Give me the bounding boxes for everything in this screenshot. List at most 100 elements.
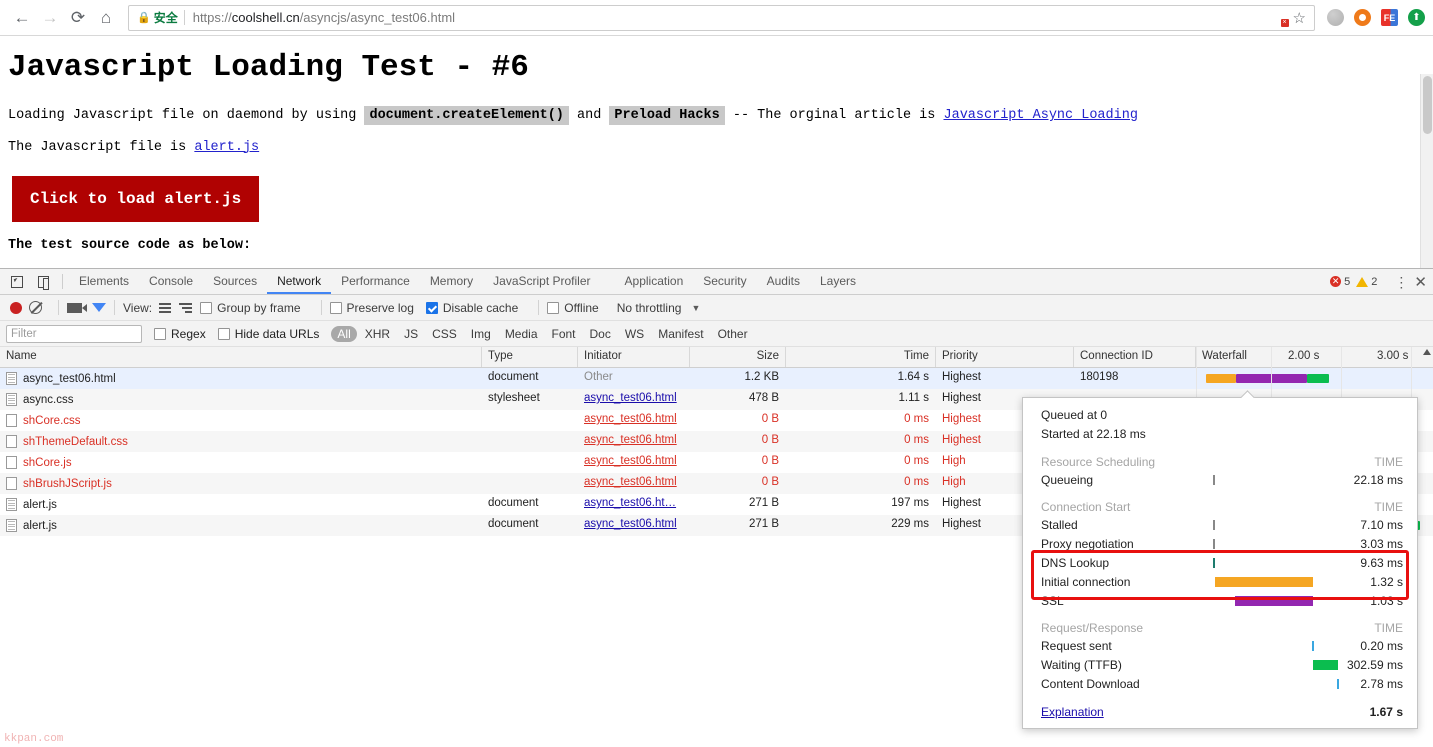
filter-type-xhr[interactable]: XHR [359,326,396,342]
tab-audits[interactable]: Audits [757,269,810,294]
chevron-down-icon[interactable]: ▼ [691,303,700,313]
document-icon [6,456,17,469]
alert-js-link[interactable]: alert.js [194,140,259,155]
initiator-link[interactable]: async_test06.html [584,413,677,425]
regex-checkbox[interactable]: Regex [154,327,206,341]
filter-type-css[interactable]: CSS [426,326,463,342]
column-header-priority[interactable]: Priority [936,347,1074,367]
initiator-link[interactable]: async_test06.html [584,455,677,467]
omnibox-divider [183,10,185,25]
tab-layers[interactable]: Layers [810,269,866,294]
back-button[interactable]: ← [8,4,36,32]
request-initiator-cell: Other [578,368,690,389]
tab-elements[interactable]: Elements [69,269,139,294]
initiator-link[interactable]: async_test06.html [584,518,677,530]
tab-security[interactable]: Security [693,269,756,294]
tooltip-timing-row: DNS Lookup 9.63 ms [1041,553,1403,572]
more-options-icon[interactable]: ⋮ [1394,275,1408,289]
offline-checkbox[interactable]: Offline [547,301,599,315]
page-scrollbar-thumb[interactable] [1423,76,1432,134]
toolbar-divider-1 [58,300,59,315]
waterfall-view-icon[interactable] [179,302,193,313]
request-name-cell: shCore.js [0,452,482,473]
security-label: 安全 [153,11,178,25]
address-bar[interactable]: 🔒 安全 https://coolshell.cn/asyncjs/async_… [128,4,1315,31]
request-type-cell: document [488,371,539,383]
column-header-connection-id[interactable]: Connection ID [1074,347,1196,367]
tab-console[interactable]: Console [139,269,203,294]
filter-type-font[interactable]: Font [546,326,582,342]
initiator-link[interactable]: async_test06.html [584,434,677,446]
reload-button[interactable]: ⟳ [64,4,92,32]
tooltip-arrow [1241,390,1257,398]
filter-type-ws[interactable]: WS [619,326,650,342]
filter-type-img[interactable]: Img [465,326,497,342]
tab-memory[interactable]: Memory [420,269,483,294]
page-intro-paragraph: Loading Javascript file on daemond by us… [8,106,1425,125]
forward-button[interactable]: → [36,4,64,32]
extension-fe-icon[interactable]: FE [1381,9,1398,26]
request-type-cell [482,473,578,494]
bookmark-star-icon[interactable]: ☆ [1293,9,1306,27]
home-button[interactable]: ⌂ [92,4,120,32]
list-view-icon[interactable] [159,302,172,313]
preserve-log-checkbox[interactable]: Preserve log [329,301,414,315]
tooltip-timing-bar [1313,660,1338,670]
extension-orange-icon[interactable] [1354,9,1371,26]
filter-input[interactable] [6,324,142,343]
initiator-link[interactable]: async_test06.html [584,392,677,404]
column-header-initiator[interactable]: Initiator [578,347,690,367]
filter-type-manifest[interactable]: Manifest [652,326,709,342]
filter-type-media[interactable]: Media [499,326,544,342]
tooltip-timing-bar [1337,679,1339,689]
group-by-frame-checkbox[interactable]: Group by frame [200,301,301,315]
hide-data-urls-checkbox[interactable]: Hide data URLs [217,327,319,341]
column-header-size[interactable]: Size [690,347,786,367]
column-header-name[interactable]: Name [0,347,482,367]
filter-type-other[interactable]: Other [712,326,754,342]
clear-button[interactable] [29,301,42,314]
blocked-shield-icon[interactable]: × [1272,10,1289,27]
request-time-cell: 197 ms [891,497,929,509]
warning-count-badge[interactable]: 2 [1356,276,1377,288]
device-toolbar-icon[interactable] [30,269,56,294]
filter-funnel-icon[interactable] [92,303,106,312]
tab-network[interactable]: Network [267,269,332,294]
document-icon [6,372,17,385]
column-header-waterfall[interactable]: Waterfall 2.00 s 3.00 s [1196,347,1433,367]
tab-javascript-profiler[interactable]: JavaScript Profiler [483,269,600,294]
close-devtools-icon[interactable]: ✕ [1414,273,1427,291]
initiator-link[interactable]: async_test06.ht… [584,497,676,509]
request-name: alert.js [23,519,57,532]
tooltip-timing-label: DNS Lookup [1041,555,1110,570]
tab-sources[interactable]: Sources [203,269,267,294]
tooltip-timing-row: Queueing 22.18 ms [1041,470,1403,489]
initiator-link[interactable]: async_test06.html [584,476,677,488]
tab-application[interactable]: Application [615,269,694,294]
disable-cache-checkbox[interactable]: Disable cache [425,301,518,315]
load-alert-js-button[interactable]: Click to load alert.js [12,176,260,223]
page-scrollbar[interactable] [1420,74,1433,268]
explanation-link[interactable]: Explanation [1041,705,1104,719]
record-button[interactable] [10,301,22,314]
error-count-badge[interactable]: ✕ 5 [1330,276,1350,288]
request-initiator-cell: async_test06.html [578,515,690,536]
original-article-link[interactable]: Javascript Async Loading [944,108,1138,123]
request-name-cell: shCore.css [0,410,482,431]
filter-type-doc[interactable]: Doc [584,326,617,342]
intro-text-b: and [568,108,610,123]
column-header-type[interactable]: Type [482,347,578,367]
table-row[interactable]: async_test06.html document Other 1.2 KB 1.64… [0,368,1433,389]
inspect-element-icon[interactable] [4,269,30,294]
extension-upload-icon[interactable]: ⬆ [1408,9,1425,26]
filter-type-all[interactable]: All [331,325,357,342]
view-label: View: [123,300,153,315]
throttling-select[interactable]: No throttling [617,301,682,315]
capture-screenshots-icon[interactable] [67,302,87,313]
filter-type-js[interactable]: JS [398,326,424,342]
watermark: kkpan.com [4,733,64,745]
request-initiator-cell: async_test06.html [578,410,690,431]
tab-performance[interactable]: Performance [331,269,420,294]
column-header-time[interactable]: Time [786,347,936,367]
extension-gray-icon[interactable] [1327,9,1344,26]
